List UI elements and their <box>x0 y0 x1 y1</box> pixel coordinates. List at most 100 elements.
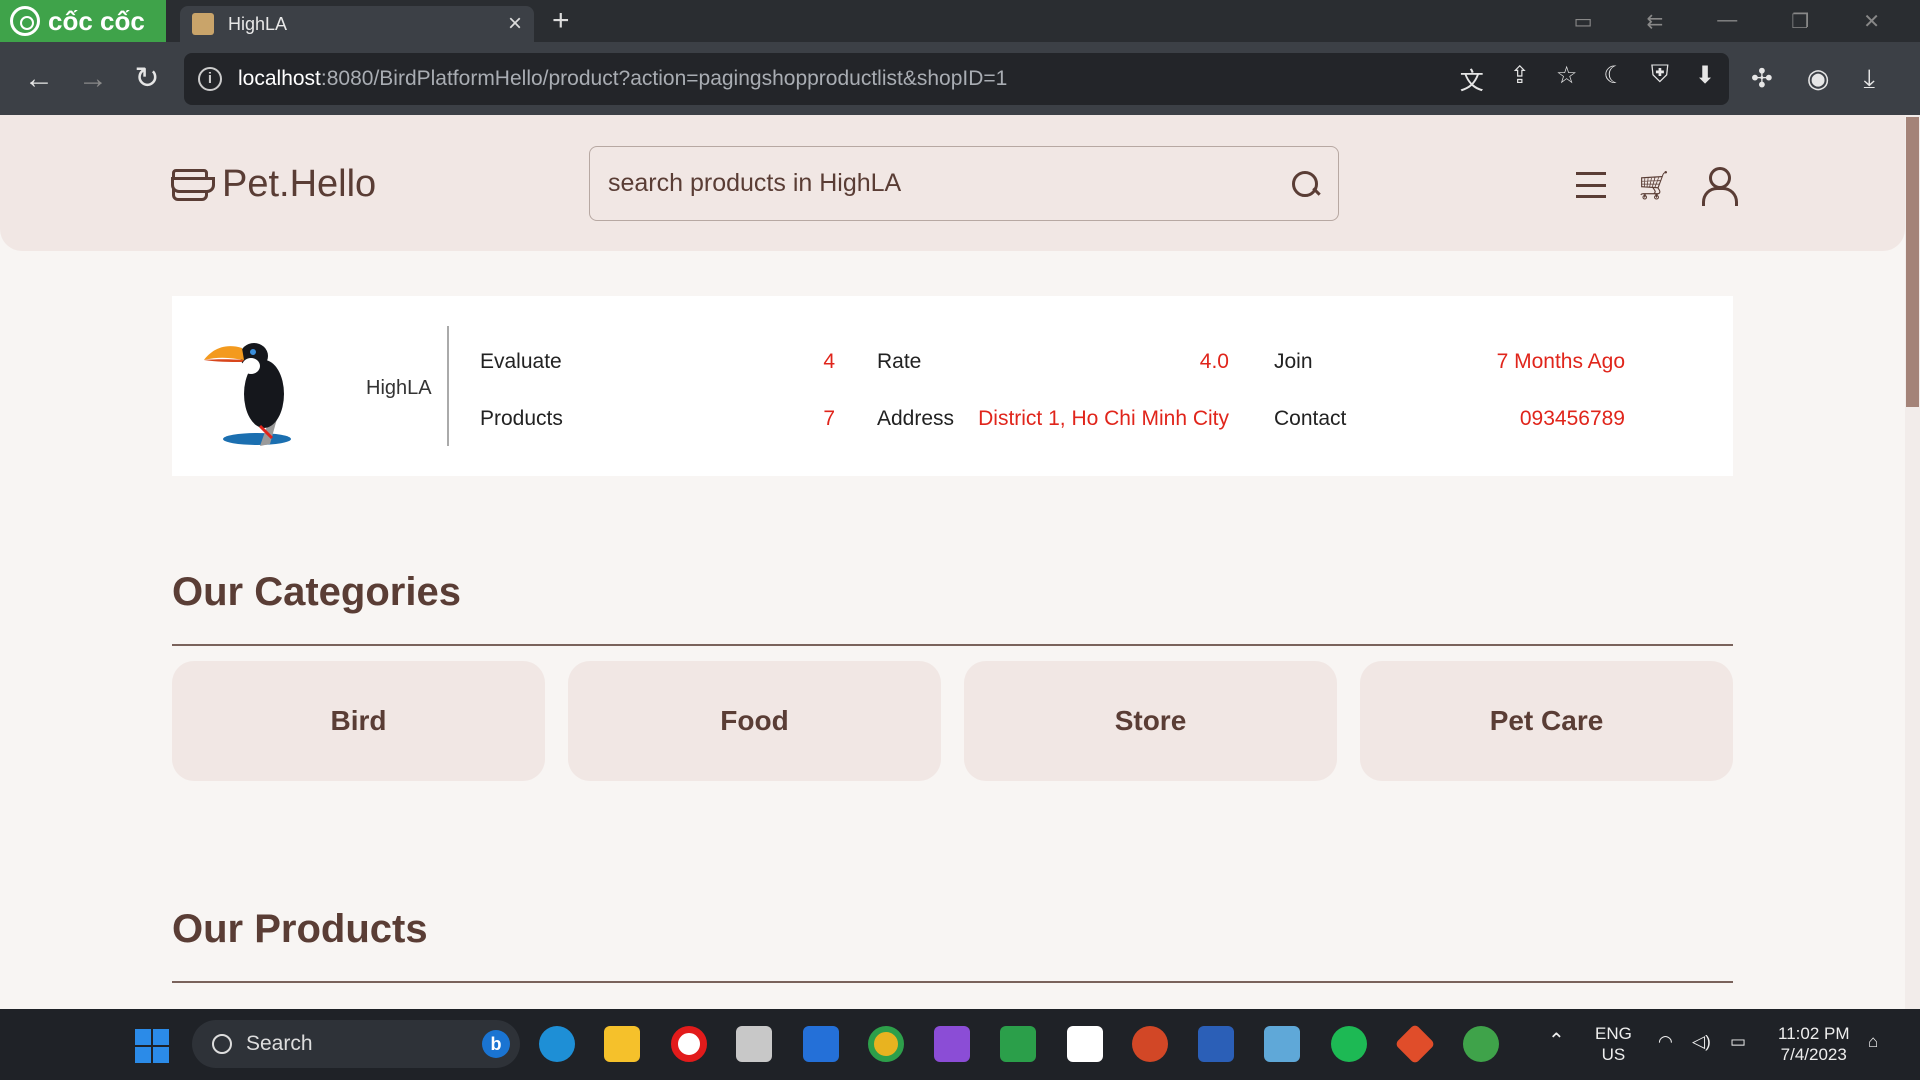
word-icon[interactable] <box>1198 1026 1234 1062</box>
user-icon[interactable] <box>1701 167 1738 206</box>
shop-info-card: HighLA Evaluate 4 Products 7 Rate 4.0 Ad… <box>172 296 1733 476</box>
download-video-icon[interactable]: ⬇ <box>1695 61 1715 96</box>
shop-avatar-toucan <box>204 343 291 446</box>
stat-label: Evaluate <box>480 350 562 373</box>
new-tab-icon[interactable]: + <box>552 4 570 38</box>
language-indicator[interactable]: ENG US <box>1595 1023 1632 1065</box>
site-logo[interactable]: Pet.Hello <box>171 163 377 206</box>
stat-value: 7 Months Ago <box>1496 350 1625 373</box>
stat-address: Address District 1, Ho Chi Minh City <box>877 407 1229 431</box>
close-tab-icon[interactable]: × <box>508 10 522 38</box>
url-field[interactable]: i localhost :8080/BirdPlatformHello/prod… <box>184 52 1729 105</box>
browser-tabbar: cốc cốc HighLA × + ▭ ⇇ — ❐ ✕ <box>0 0 1920 42</box>
netbeans-icon[interactable] <box>1264 1026 1300 1062</box>
search-bar <box>589 146 1339 221</box>
lang-top: ENG <box>1595 1024 1632 1043</box>
categories-divider <box>172 644 1733 646</box>
tab-title: HighLA <box>228 13 288 34</box>
search-icon <box>212 1034 232 1054</box>
opera-icon[interactable] <box>671 1026 707 1062</box>
products-divider <box>172 981 1733 983</box>
file-explorer-icon[interactable] <box>604 1026 640 1062</box>
stat-value: 4.0 <box>1199 350 1229 373</box>
visual-studio-icon[interactable] <box>934 1026 970 1062</box>
search-input[interactable] <box>608 169 1290 198</box>
browser-brand: cốc cốc <box>48 5 145 36</box>
bing-icon[interactable]: b <box>482 1030 510 1058</box>
page-scrollbar[interactable] <box>1905 115 1920 1009</box>
stat-value: 4 <box>823 350 835 373</box>
minimize-icon[interactable]: — <box>1717 9 1737 34</box>
bookmark-star-icon[interactable]: ☆ <box>1556 61 1578 96</box>
sidebar-icon[interactable]: ⇇ <box>1647 9 1664 34</box>
store-icon <box>171 168 215 201</box>
downloads-icon[interactable]: ⤓ <box>1863 63 1875 95</box>
stat-contact: Contact 093456789 <box>1274 407 1625 431</box>
stat-products: Products 7 <box>480 407 835 431</box>
favicon-icon <box>192 13 214 35</box>
spotify-icon[interactable] <box>1331 1026 1367 1062</box>
address-bar: ← → ↻ i localhost :8080/BirdPlatformHell… <box>0 42 1920 115</box>
chrome-icon[interactable] <box>868 1026 904 1062</box>
search-icon[interactable] <box>1290 169 1320 199</box>
maximize-icon[interactable]: ❐ <box>1791 9 1809 34</box>
taskbar: Search b ⌃ ENG US ◠ ◁) ▭ 11:02 PM 7/4/20… <box>0 1009 1920 1080</box>
stat-evaluate: Evaluate 4 <box>480 350 835 374</box>
back-icon[interactable]: ← <box>12 62 66 96</box>
snipping-tool-icon[interactable] <box>736 1026 772 1062</box>
coccoc-logo[interactable]: cốc cốc <box>0 0 166 42</box>
notion-icon[interactable] <box>1067 1026 1103 1062</box>
stat-label: Contact <box>1274 407 1347 430</box>
screenshot-icon[interactable]: ▭ <box>1574 9 1593 34</box>
git-icon[interactable] <box>1394 1023 1436 1065</box>
reload-icon[interactable]: ↻ <box>120 61 174 96</box>
menu-icon[interactable] <box>1576 172 1606 198</box>
notifications-icon[interactable]: ⌂ <box>1868 1031 1878 1052</box>
sticky-app-icon[interactable] <box>1000 1026 1036 1062</box>
tab-highla[interactable]: HighLA × <box>180 6 534 42</box>
tray-overflow-icon[interactable]: ⌃ <box>1548 1031 1565 1052</box>
dark-mode-icon[interactable]: ☾ <box>1603 61 1625 96</box>
taskbar-search-label: Search <box>246 1032 313 1055</box>
stat-label: Address <box>877 407 955 430</box>
url-host: localhost <box>238 66 321 90</box>
stat-label: Products <box>480 407 563 430</box>
site-info-icon[interactable]: i <box>198 66 222 91</box>
stat-label: Join <box>1274 350 1313 373</box>
close-window-icon[interactable]: ✕ <box>1863 9 1880 34</box>
logo-text: Pet.Hello <box>222 163 377 205</box>
scrollbar-thumb[interactable] <box>1906 117 1919 407</box>
forward-icon[interactable]: → <box>66 62 120 96</box>
stat-value: District 1, Ho Chi Minh City <box>978 407 1229 430</box>
cart-icon[interactable]: 🛒︎ <box>1636 169 1672 202</box>
window-controls: ▭ ⇇ — ❐ ✕ <box>1574 9 1880 34</box>
extensions-icon[interactable]: ✣ <box>1751 63 1773 95</box>
translate-icon[interactable]: 文 <box>1460 61 1484 96</box>
edge-icon[interactable] <box>539 1026 575 1062</box>
coccoc-taskbar-icon[interactable] <box>1463 1026 1499 1062</box>
products-title: Our Products <box>172 907 428 951</box>
category-pet-care[interactable]: Pet Care <box>1360 661 1733 781</box>
shop-name: HighLA <box>366 377 432 399</box>
powerpoint-icon[interactable] <box>1132 1026 1168 1062</box>
stat-join: Join 7 Months Ago <box>1274 350 1625 374</box>
category-store[interactable]: Store <box>964 661 1337 781</box>
todo-icon[interactable] <box>803 1026 839 1062</box>
volume-icon[interactable]: ◁) <box>1692 1031 1711 1052</box>
clock-time: 11:02 PM <box>1778 1024 1850 1043</box>
windows-start-icon[interactable] <box>135 1029 169 1063</box>
categories-title: Our Categories <box>172 570 461 614</box>
stat-label: Rate <box>877 350 922 373</box>
url-path: :8080/BirdPlatformHello/product?action=p… <box>320 66 1008 90</box>
battery-icon[interactable]: ▭ <box>1730 1031 1746 1052</box>
stat-rate: Rate 4.0 <box>877 350 1229 374</box>
profile-icon[interactable]: ◉ <box>1807 63 1830 95</box>
taskbar-search[interactable]: Search b <box>192 1020 520 1068</box>
category-food[interactable]: Food <box>568 661 941 781</box>
share-icon[interactable]: ⇪ <box>1510 61 1530 96</box>
category-bird[interactable]: Bird <box>172 661 545 781</box>
clock-date: 7/4/2023 <box>1780 1045 1847 1064</box>
clock[interactable]: 11:02 PM 7/4/2023 <box>1778 1023 1850 1065</box>
wifi-icon[interactable]: ◠ <box>1658 1031 1673 1052</box>
shield-icon[interactable]: ⛨ <box>1651 61 1669 96</box>
